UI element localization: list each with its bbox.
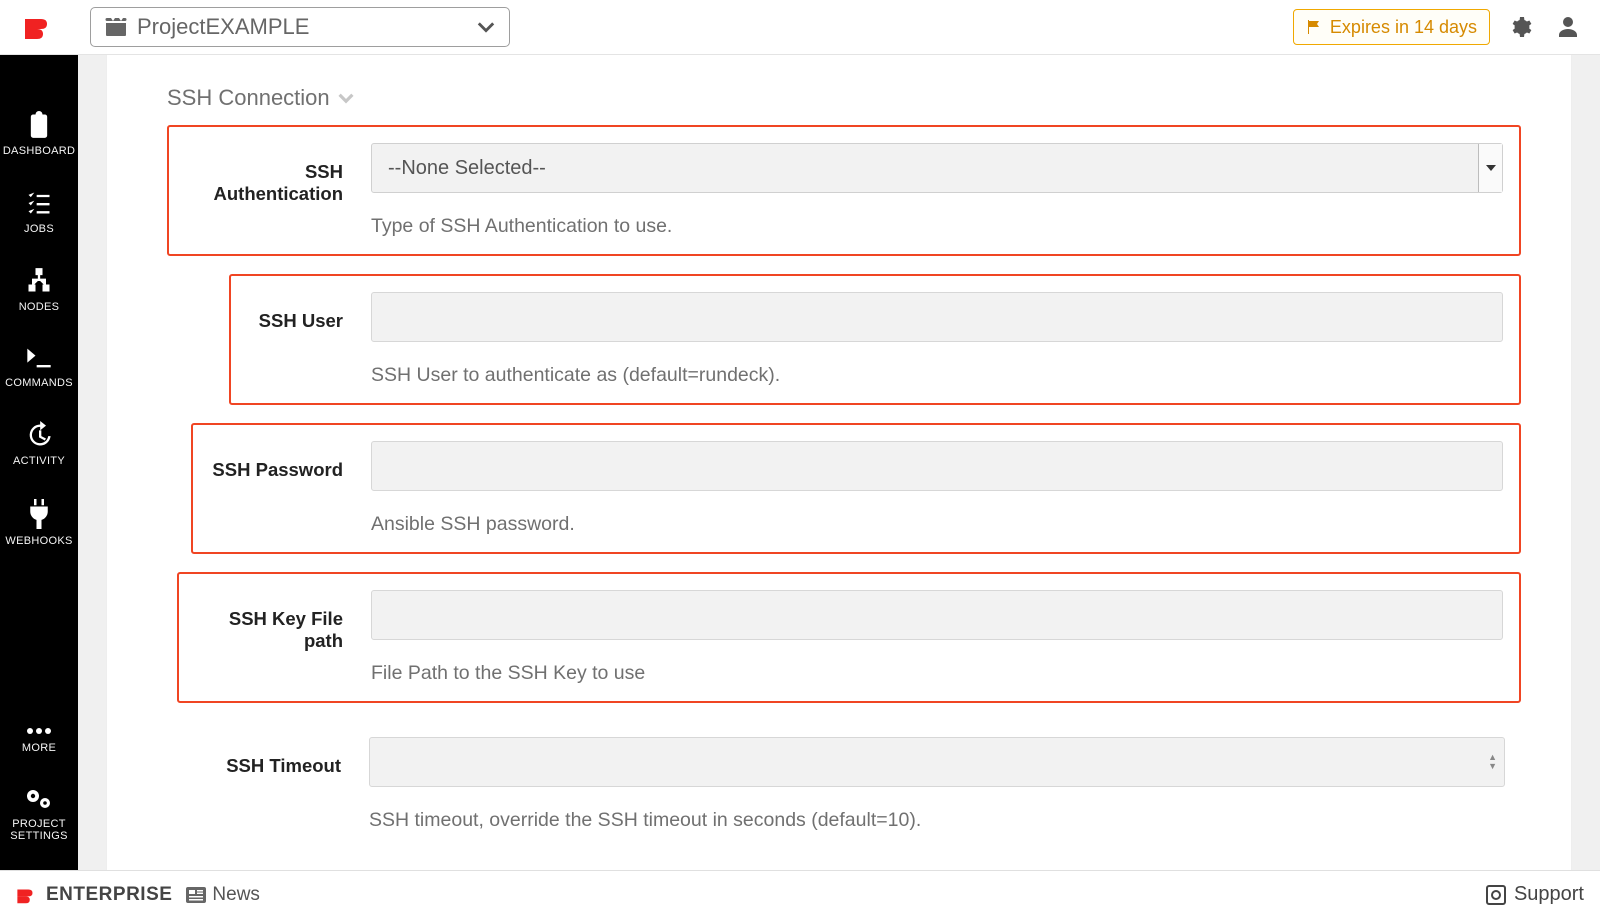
sidebar-item-more[interactable]: MORE [0, 710, 78, 770]
field-ssh-timeout: SSH Timeout ▲▼ SSH timeout, override the… [209, 721, 1521, 848]
sidebar-item-nodes[interactable]: NODES [0, 251, 78, 329]
field-ssh-password: SSH Password Ansible SSH password. [191, 423, 1521, 554]
sidebar-item-label: PROJECT SETTINGS [4, 818, 74, 842]
field-label: SSH Password [209, 441, 343, 481]
field-help: File Path to the SSH Key to use [371, 662, 1503, 685]
sidebar-item-activity[interactable]: ACTIVITY [0, 405, 78, 483]
sidebar-item-label: WEBHOOKS [5, 535, 72, 547]
sidebar-item-label: ACTIVITY [13, 455, 65, 467]
number-spinner-icon[interactable]: ▲▼ [1488, 753, 1497, 771]
sidebar-item-label: COMMANDS [5, 377, 73, 389]
field-label: SSH User [247, 292, 343, 332]
project-icon [105, 18, 127, 36]
section-ssh-connection-header[interactable]: SSH Connection [167, 85, 1521, 111]
section-title-text: SSH Connection [167, 85, 330, 111]
gears-icon [24, 786, 54, 812]
project-name: ProjectEXAMPLE [137, 14, 467, 40]
field-ssh-user: SSH User SSH User to authenticate as (de… [229, 274, 1521, 405]
field-label: SSH Key File path [195, 590, 343, 652]
footer-news-text: News [212, 884, 260, 906]
ssh-timeout-input[interactable] [369, 737, 1505, 787]
history-icon [25, 421, 53, 449]
life-ring-icon [1486, 885, 1506, 905]
topbar: ProjectEXAMPLE Expires in 14 days [0, 0, 1600, 55]
footer-support-text: Support [1514, 883, 1584, 906]
newspaper-icon [186, 887, 206, 903]
ellipsis-icon [26, 726, 52, 736]
ssh-key-file-path-input[interactable] [371, 590, 1503, 640]
field-label: SSH Timeout [225, 737, 341, 777]
sidebar-item-label: JOBS [24, 223, 54, 235]
brand-logo-icon [23, 15, 55, 39]
form-panel: SSH Connection SSH Authentication --None… [106, 55, 1572, 870]
license-expiry-text: Expires in 14 days [1330, 17, 1477, 38]
chevron-down-icon [477, 18, 495, 36]
field-help: Type of SSH Authentication to use. [371, 215, 1503, 238]
dropdown-caret-icon [1478, 144, 1502, 192]
field-help: SSH User to authenticate as (default=run… [371, 364, 1503, 387]
footer: ENTERPRISE News Support [0, 870, 1600, 918]
footer-brand[interactable]: ENTERPRISE [16, 884, 172, 906]
brand-logo [0, 15, 78, 39]
nodes-icon [25, 267, 53, 295]
user-menu-icon[interactable] [1550, 9, 1586, 45]
footer-news-link[interactable]: News [186, 884, 260, 906]
sidebar-item-project-settings[interactable]: PROJECT SETTINGS [0, 770, 78, 870]
ssh-authentication-select[interactable]: --None Selected-- [371, 143, 1503, 193]
project-selector[interactable]: ProjectEXAMPLE [90, 7, 510, 47]
main-scroll[interactable]: SSH Connection SSH Authentication --None… [78, 55, 1600, 870]
sidebar-item-label: NODES [19, 301, 60, 313]
field-help: Ansible SSH password. [371, 513, 1503, 536]
sidebar-item-label: MORE [22, 742, 56, 754]
settings-gear-icon[interactable] [1502, 9, 1538, 45]
field-label: SSH Authentication [185, 143, 343, 205]
list-check-icon [25, 189, 53, 217]
flag-icon [1306, 19, 1322, 35]
terminal-icon [25, 345, 53, 371]
sidebar-item-label: DASHBOARD [3, 145, 75, 157]
brand-logo-icon [16, 886, 38, 904]
plug-icon [26, 499, 52, 529]
field-help: SSH timeout, override the SSH timeout in… [369, 809, 1505, 832]
footer-support-link[interactable]: Support [1486, 883, 1584, 906]
sidebar-item-webhooks[interactable]: WEBHOOKS [0, 483, 78, 563]
sidebar: DASHBOARD JOBS NODES COMMANDS ACTIVITY [0, 55, 78, 870]
chevron-down-icon [338, 90, 354, 106]
sidebar-item-commands[interactable]: COMMANDS [0, 329, 78, 405]
select-current-value: --None Selected-- [388, 157, 546, 180]
ssh-password-input[interactable] [371, 441, 1503, 491]
ssh-user-input[interactable] [371, 292, 1503, 342]
sidebar-item-dashboard[interactable]: DASHBOARD [0, 95, 78, 173]
sidebar-item-jobs[interactable]: JOBS [0, 173, 78, 251]
field-ssh-key-file-path: SSH Key File path File Path to the SSH K… [177, 572, 1521, 703]
footer-brand-text: ENTERPRISE [46, 884, 172, 906]
license-expiry-badge[interactable]: Expires in 14 days [1293, 9, 1490, 45]
field-ssh-authentication: SSH Authentication --None Selected-- Typ… [167, 125, 1521, 256]
clipboard-icon [25, 111, 53, 139]
